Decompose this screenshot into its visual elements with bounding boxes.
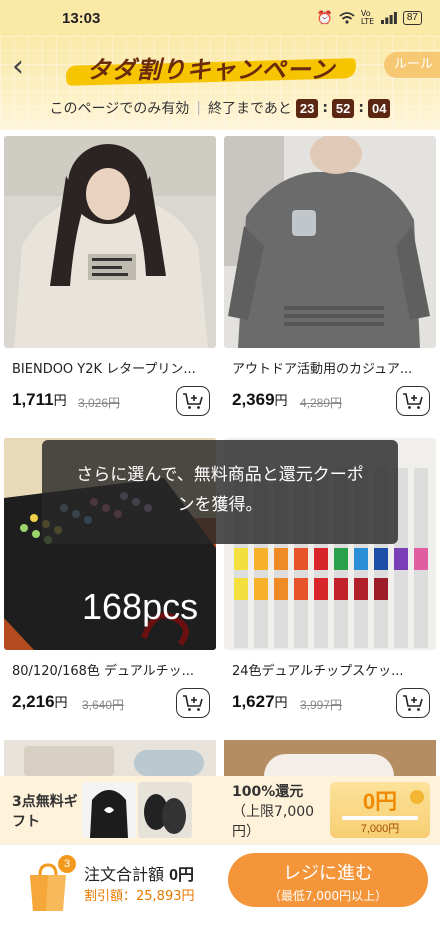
alarm-icon: ⏰ (316, 10, 333, 26)
total-value: 0円 (169, 867, 195, 884)
product-image[interactable] (4, 136, 216, 348)
checkout-footer: 3 注文合計額 0円 割引額：25,893円 レジに進む （最低7,000円以上… (0, 844, 440, 939)
campaign-header: ‹ タダ割りキャンペーン ルール このページでのみ有効 | 終了まであと 23 … (0, 36, 440, 130)
product-image-text: 168pcs (82, 586, 199, 627)
discount-amount: 割引額：25,893円 (84, 889, 195, 904)
total-label: 注文合計額 (84, 865, 165, 884)
product-image-partial[interactable] (224, 740, 436, 776)
back-arrow-icon[interactable]: ‹ (12, 52, 38, 82)
timer-minutes: 52 (331, 98, 355, 118)
cart-plus-icon (403, 695, 423, 711)
countdown-row: このページでのみ有効 | 終了まであと 23 : 52 : 04 (0, 98, 440, 118)
checkout-minimum: （最低7,000円以上） (268, 889, 388, 903)
status-time: 13:03 (62, 9, 101, 27)
product-name[interactable]: アウトドア活動用のカジュア... (232, 358, 432, 377)
add-to-cart-button[interactable] (176, 688, 210, 718)
coin-icon (410, 790, 424, 804)
product-price: 2,216円 (12, 692, 68, 712)
product-original-price: 3,997円 (300, 698, 343, 712)
cart-plus-icon (183, 393, 203, 409)
timer-hours: 23 (295, 98, 319, 118)
product-image[interactable] (224, 136, 436, 348)
product-name[interactable]: BIENDOO Y2K レタープリン... (12, 358, 212, 377)
price-value: 2,369 (232, 390, 275, 409)
refund-limit: （上限7,000円） (232, 804, 315, 840)
product-original-price: 4,289円 (300, 396, 343, 410)
refund-coupon[interactable]: 0円 7,000円 (330, 782, 430, 838)
product-price: 1,711円 (12, 390, 67, 410)
free-gift-label: 3点無料ギフト (12, 794, 78, 830)
cart-plus-icon (183, 695, 203, 711)
price-unit: 円 (54, 696, 68, 711)
rules-button[interactable]: ルール (384, 52, 440, 78)
product-original-price: 3,640円 (82, 698, 125, 712)
page-title: タダ割りキャンペーン (86, 56, 336, 84)
gift-thumbnail[interactable] (82, 782, 136, 838)
add-to-cart-button[interactable] (396, 386, 430, 416)
gift-thumbnail[interactable] (138, 782, 192, 838)
product-price: 2,369円 (232, 390, 288, 410)
price-value: 1,711 (12, 390, 54, 409)
product-image-partial[interactable] (4, 740, 216, 776)
product-price: 1,627円 (232, 692, 288, 712)
gift-bar[interactable]: 3点無料ギフト 100%還元 （上限7,000円） 0円 7,000円 (0, 776, 440, 844)
network-label: Vo LTE (360, 9, 375, 26)
refund-info: 100%還元 （上限7,000円） (232, 782, 324, 842)
price-unit: 円 (53, 394, 67, 409)
wifi-icon (339, 12, 355, 24)
checkout-label: レジに進む (283, 863, 373, 884)
price-value: 1,627 (232, 692, 275, 711)
order-total: 注文合計額 0円 (84, 861, 194, 885)
timer-seconds: 04 (368, 98, 391, 118)
timer-label: 終了まであと (207, 101, 292, 117)
page-title-container: タダ割りキャンペーン (65, 48, 364, 88)
cart-count-badge: 3 (58, 855, 76, 873)
price-unit: 円 (274, 394, 288, 409)
product-original-price: 3,026円 (78, 396, 121, 410)
product-name[interactable]: 24色デュアルチップスケッ... (232, 660, 432, 679)
price-unit: 円 (274, 696, 288, 711)
signal-icon (380, 12, 397, 24)
add-to-cart-button[interactable] (176, 386, 210, 416)
promo-toast: さらに選んで、無料商品と還元クーポンを獲得。 (42, 440, 398, 544)
battery-icon: 87 (402, 11, 422, 25)
checkout-button[interactable]: レジに進む （最低7,000円以上） (228, 853, 428, 907)
page-only-notice: このページでのみ有効 (49, 101, 190, 117)
coupon-cap: 7,000円 (360, 823, 400, 835)
price-value: 2,216 (12, 692, 55, 711)
refund-text: 100%還元 (232, 784, 304, 800)
add-to-cart-button[interactable] (396, 688, 430, 718)
status-icons: ⏰ Vo LTE 87 (317, 10, 422, 26)
product-name[interactable]: 80/120/168色 デュアルチッ... (12, 660, 212, 679)
status-bar: 13:03 ⏰ Vo LTE 87 (0, 0, 440, 36)
cart-plus-icon (403, 393, 423, 409)
